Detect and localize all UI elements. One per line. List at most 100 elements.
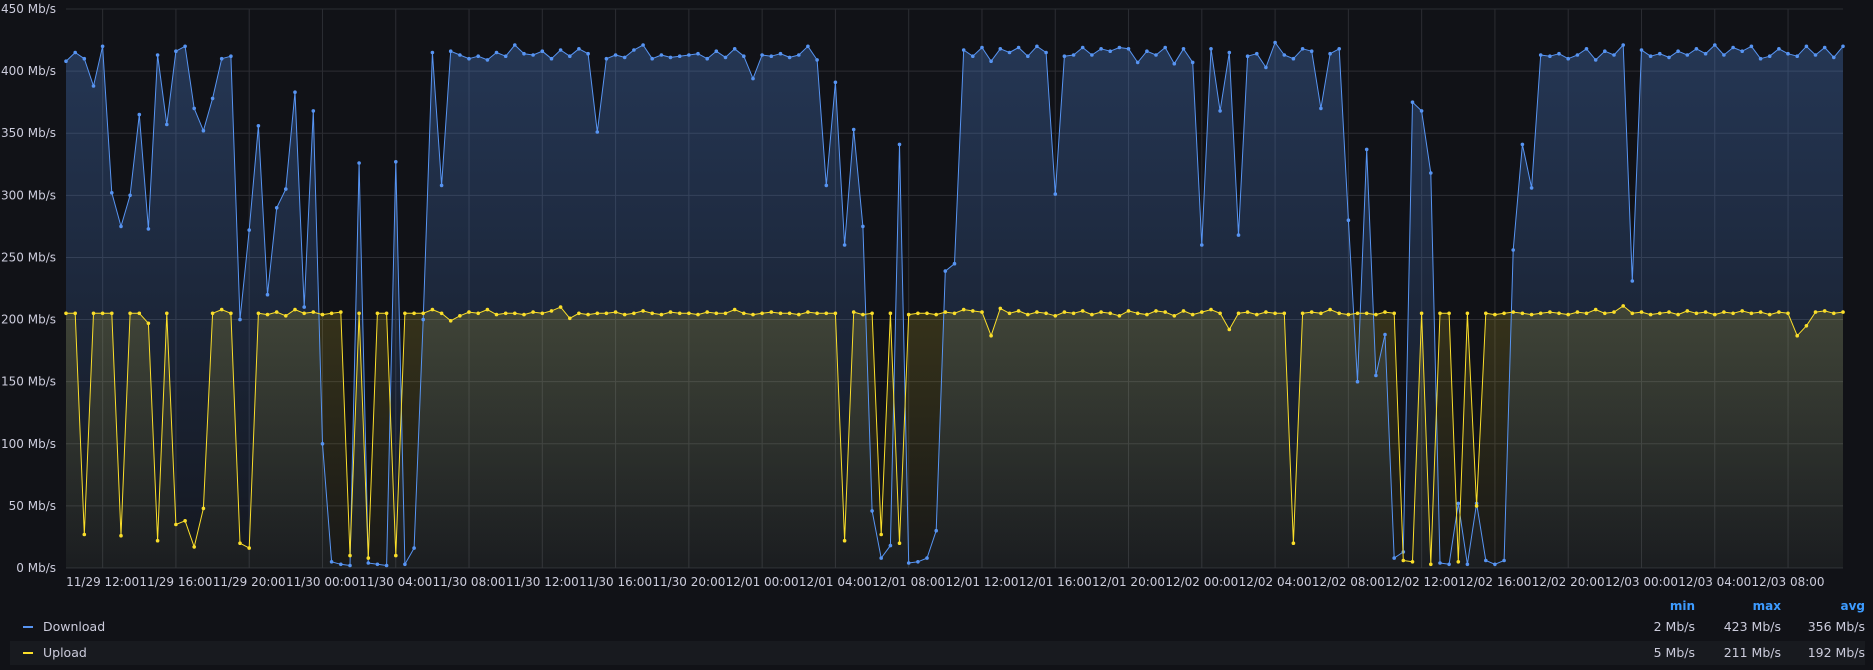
download-point	[1328, 51, 1332, 56]
download-point	[824, 183, 829, 188]
download-point	[705, 56, 709, 61]
upload-point	[1218, 311, 1222, 316]
download-point	[1786, 51, 1790, 56]
upload-point	[971, 309, 975, 313]
download-max: 423 Mb/s	[1723, 619, 1781, 634]
download-point	[906, 561, 911, 565]
download-point	[888, 543, 893, 548]
download-avg: 356 Mb/s	[1807, 619, 1865, 634]
upload-point	[1822, 309, 1827, 313]
download-point	[421, 317, 426, 322]
download-point	[412, 546, 416, 550]
y-tick-label: 250 Mb/s	[1, 250, 56, 264]
download-point	[165, 122, 169, 127]
upload-point	[1529, 312, 1534, 317]
download-point	[284, 187, 288, 191]
download-point	[467, 56, 471, 61]
download-point	[577, 47, 581, 51]
upload-point	[1630, 311, 1635, 316]
upload-point	[1438, 311, 1442, 316]
legend-row-upload[interactable]: Upload 5 Mb/s 211 Mb/s 192 Mb/s	[10, 641, 1865, 665]
upload-point	[1484, 311, 1488, 316]
upload-point	[174, 522, 178, 527]
upload-point	[961, 307, 966, 312]
upload-point	[494, 312, 499, 317]
download-point	[1236, 233, 1241, 237]
legend-header-avg[interactable]: avg	[1775, 599, 1865, 613]
download-point	[1227, 50, 1232, 55]
download-point	[256, 124, 261, 128]
legend-label-upload[interactable]: Upload	[43, 641, 87, 665]
download-point	[1548, 54, 1552, 58]
download-point	[1612, 53, 1616, 57]
download-point	[1016, 45, 1021, 50]
download-point	[128, 193, 132, 198]
legend-header-max[interactable]: max	[1691, 599, 1781, 613]
download-point	[925, 556, 929, 560]
download-point	[91, 84, 96, 88]
download-point	[183, 44, 187, 49]
upload-point	[595, 311, 600, 316]
upload-point	[1447, 311, 1451, 316]
upload-point	[1337, 311, 1341, 316]
download-point	[879, 556, 883, 560]
upload-point	[146, 321, 151, 326]
upload-point	[742, 311, 746, 316]
download-point	[1071, 53, 1076, 57]
upload-point	[806, 310, 810, 314]
download-point	[1117, 45, 1122, 50]
download-point	[110, 191, 114, 195]
upload-point	[1200, 310, 1204, 314]
legend-label-download[interactable]: Download	[43, 615, 105, 639]
download-point	[311, 109, 316, 113]
download-point	[1080, 45, 1085, 50]
upload-point	[650, 311, 654, 316]
x-tick-label: 12/03 00:00	[1605, 575, 1678, 589]
download-point	[210, 96, 215, 101]
upload-point	[1740, 309, 1744, 313]
upload-point	[723, 311, 728, 316]
upload-point	[1502, 311, 1506, 316]
download-point	[1841, 44, 1845, 49]
download-point	[714, 49, 719, 53]
upload-point	[339, 310, 343, 314]
x-tick-label: 12/02 20:00	[1532, 575, 1605, 589]
download-point	[1767, 54, 1772, 58]
download-point	[1584, 47, 1589, 51]
download-point	[1557, 51, 1561, 56]
download-point	[1218, 109, 1222, 113]
download-point	[1255, 51, 1259, 56]
upload-point	[412, 311, 416, 316]
download-point	[687, 53, 691, 57]
download-point	[174, 49, 178, 53]
download-point	[586, 51, 590, 56]
download-point	[916, 560, 920, 564]
upload-point	[531, 310, 535, 314]
download-point	[1346, 218, 1351, 222]
upload-point	[329, 311, 334, 316]
legend-row-download[interactable]: Download 2 Mb/s 423 Mb/s 356 Mb/s	[10, 615, 1865, 639]
upload-point	[1603, 311, 1607, 316]
upload-point	[586, 312, 590, 317]
download-point	[247, 228, 251, 232]
upload-point	[1282, 311, 1287, 316]
graph-panel: 0 Mb/s 50 Mb/s 100 Mb/s 150 Mb/s 200 Mb/s 250…	[0, 0, 1873, 670]
upload-point	[394, 553, 398, 558]
upload-point	[1685, 309, 1690, 313]
x-tick-label: 11/29 16:00	[139, 575, 212, 589]
upload-point	[833, 311, 838, 316]
upload-point	[549, 309, 554, 313]
download-point	[238, 317, 242, 322]
upload-point	[210, 311, 215, 316]
upload-point	[1383, 310, 1387, 314]
download-point	[861, 224, 865, 229]
upload-point	[815, 311, 819, 316]
upload-point	[73, 311, 77, 316]
upload-point	[1804, 324, 1809, 328]
x-tick-label: 12/02 16:00	[1458, 575, 1531, 589]
upload-point	[1557, 311, 1561, 316]
download-point	[339, 562, 343, 567]
legend-header-min[interactable]: min	[1605, 599, 1695, 613]
upload-point	[1694, 311, 1699, 316]
upload-point	[1099, 310, 1103, 314]
